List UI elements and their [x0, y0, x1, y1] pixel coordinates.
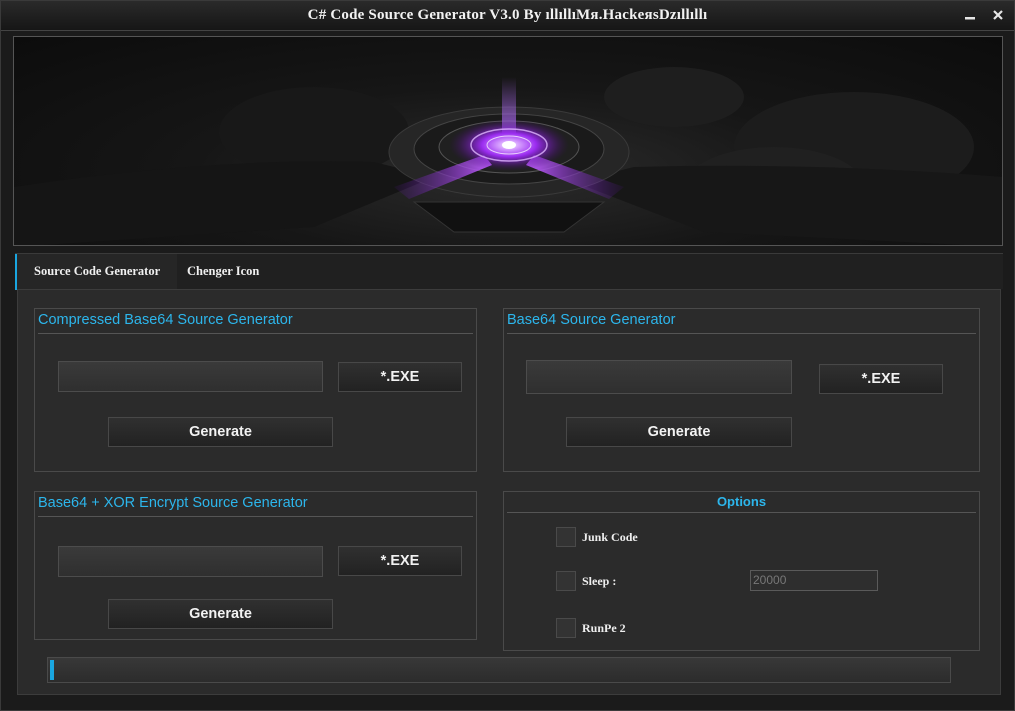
compressed-file-path-input[interactable]	[58, 361, 323, 392]
base64-group: Base64 Source Generator *.EXE Generate	[503, 308, 980, 472]
minimize-icon	[965, 17, 975, 20]
group-divider	[507, 512, 976, 513]
xor-browse-exe-button[interactable]: *.EXE	[338, 546, 462, 576]
progress-bar	[47, 657, 951, 683]
compressed-generate-button[interactable]: Generate	[108, 417, 333, 447]
close-icon	[993, 10, 1003, 20]
sleep-label: Sleep :	[582, 574, 617, 588]
group-divider	[507, 333, 976, 334]
runpe-label: RunPe 2	[582, 621, 626, 635]
tab-panel-source-code-generator: Compressed Base64 Source Generator *.EXE…	[17, 289, 1001, 695]
xor-file-path-input[interactable]	[58, 546, 323, 577]
base64-generate-button[interactable]: Generate	[566, 417, 792, 447]
reactor-core-icon	[14, 67, 1002, 245]
tab-source-code-generator[interactable]: Source Code Generator	[15, 254, 177, 290]
sleep-duration-input[interactable]: 20000	[750, 570, 878, 591]
base64-xor-group: Base64 + XOR Encrypt Source Generator *.…	[34, 491, 477, 640]
junk-code-checkbox[interactable]	[556, 527, 576, 547]
title-bar[interactable]: C# Code Source Generator V3.0 By ıllıllı…	[1, 1, 1014, 31]
group-divider	[38, 516, 473, 517]
group-title: Base64 Source Generator	[507, 312, 676, 328]
tab-strip: Source Code Generator Chenger Icon	[15, 253, 1003, 290]
progress-fill	[50, 660, 54, 680]
group-title: Compressed Base64 Source Generator	[38, 312, 293, 328]
junk-code-label: Junk Code	[582, 530, 638, 544]
compressed-browse-exe-button[interactable]: *.EXE	[338, 362, 462, 392]
compressed-base64-group: Compressed Base64 Source Generator *.EXE…	[34, 308, 477, 472]
xor-generate-button[interactable]: Generate	[108, 599, 333, 629]
runpe-checkbox[interactable]	[556, 618, 576, 638]
app-window: C# Code Source Generator V3.0 By ıllıllı…	[0, 0, 1015, 711]
window-title: C# Code Source Generator V3.0 By ıllıllı…	[307, 7, 708, 23]
base64-file-path-input[interactable]	[526, 360, 792, 394]
tab-changer-icon[interactable]: Chenger Icon	[187, 254, 259, 290]
base64-browse-exe-button[interactable]: *.EXE	[819, 364, 943, 394]
options-group: Options Junk Code Sleep : 20000 RunPe 2	[503, 491, 980, 651]
header-banner-image	[13, 36, 1003, 246]
group-title: Base64 + XOR Encrypt Source Generator	[38, 495, 308, 511]
group-divider	[38, 333, 473, 334]
close-button[interactable]	[987, 4, 1009, 24]
minimize-button[interactable]	[959, 4, 981, 24]
options-title: Options	[716, 494, 767, 509]
sleep-checkbox[interactable]	[556, 571, 576, 591]
